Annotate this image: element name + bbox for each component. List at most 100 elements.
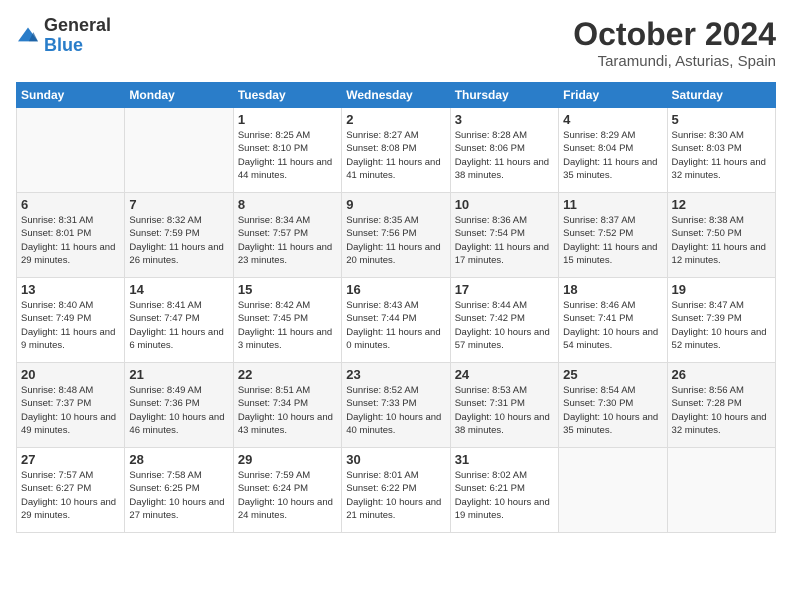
day-detail: Sunrise: 8:46 AM Sunset: 7:41 PM Dayligh… [563,299,662,352]
day-detail: Sunrise: 7:58 AM Sunset: 6:25 PM Dayligh… [129,469,228,522]
header-day-wednesday: Wednesday [342,83,450,108]
calendar-cell: 21 Sunrise: 8:49 AM Sunset: 7:36 PM Dayli… [125,363,233,448]
day-number: 25 [563,367,662,382]
day-detail: Sunrise: 8:25 AM Sunset: 8:10 PM Dayligh… [238,129,337,182]
logo-icon [16,26,40,46]
day-number: 12 [672,197,771,212]
day-number: 16 [346,282,445,297]
day-number: 28 [129,452,228,467]
day-number: 23 [346,367,445,382]
calendar-cell: 1 Sunrise: 8:25 AM Sunset: 8:10 PM Daylig… [233,108,341,193]
day-number: 17 [455,282,554,297]
logo-blue-text: Blue [44,36,111,56]
day-detail: Sunrise: 8:37 AM Sunset: 7:52 PM Dayligh… [563,214,662,267]
calendar-cell: 12 Sunrise: 8:38 AM Sunset: 7:50 PM Dayli… [667,193,775,278]
calendar-cell: 13Sunrise: 8:40 AM Sunset: 7:49 PM Dayli… [17,278,125,363]
header-day-friday: Friday [559,83,667,108]
day-detail: Sunrise: 8:38 AM Sunset: 7:50 PM Dayligh… [672,214,771,267]
calendar-cell [667,448,775,533]
calendar-cell: 17 Sunrise: 8:44 AM Sunset: 7:42 PM Dayli… [450,278,558,363]
day-detail: Sunrise: 8:49 AM Sunset: 7:36 PM Dayligh… [129,384,228,437]
day-detail: Sunrise: 7:59 AM Sunset: 6:24 PM Dayligh… [238,469,337,522]
day-detail: Sunrise: 8:53 AM Sunset: 7:31 PM Dayligh… [455,384,554,437]
calendar-cell: 28 Sunrise: 7:58 AM Sunset: 6:25 PM Dayli… [125,448,233,533]
day-number: 22 [238,367,337,382]
day-number: 14 [129,282,228,297]
day-detail: Sunrise: 8:54 AM Sunset: 7:30 PM Dayligh… [563,384,662,437]
day-number: 8 [238,197,337,212]
day-number: 21 [129,367,228,382]
calendar-cell: 15 Sunrise: 8:42 AM Sunset: 7:45 PM Dayli… [233,278,341,363]
day-number: 2 [346,112,445,127]
calendar-cell: 23 Sunrise: 8:52 AM Sunset: 7:33 PM Dayli… [342,363,450,448]
calendar-cell: 30 Sunrise: 8:01 AM Sunset: 6:22 PM Dayli… [342,448,450,533]
header-day-sunday: Sunday [17,83,125,108]
day-number: 24 [455,367,554,382]
calendar-cell: 25 Sunrise: 8:54 AM Sunset: 7:30 PM Dayli… [559,363,667,448]
calendar-cell: 22 Sunrise: 8:51 AM Sunset: 7:34 PM Dayli… [233,363,341,448]
day-detail: Sunrise: 8:43 AM Sunset: 7:44 PM Dayligh… [346,299,445,352]
day-detail: Sunrise: 8:44 AM Sunset: 7:42 PM Dayligh… [455,299,554,352]
page-header: General Blue October 2024 Taramundi, Ast… [16,16,776,70]
day-detail: Sunrise: 8:51 AM Sunset: 7:34 PM Dayligh… [238,384,337,437]
calendar-cell: 31 Sunrise: 8:02 AM Sunset: 6:21 PM Dayli… [450,448,558,533]
calendar-cell: 24 Sunrise: 8:53 AM Sunset: 7:31 PM Dayli… [450,363,558,448]
day-number: 26 [672,367,771,382]
day-number: 6 [21,197,120,212]
header-day-monday: Monday [125,83,233,108]
calendar-cell: 29Sunrise: 7:59 AM Sunset: 6:24 PM Dayli… [233,448,341,533]
logo: General Blue [16,16,111,56]
day-number: 3 [455,112,554,127]
calendar-cell: 5 Sunrise: 8:30 AM Sunset: 8:03 PM Daylig… [667,108,775,193]
calendar-week-5: 27 Sunrise: 7:57 AM Sunset: 6:27 PM Dayli… [17,448,776,533]
day-detail: Sunrise: 8:02 AM Sunset: 6:21 PM Dayligh… [455,469,554,522]
day-number: 13 [21,282,120,297]
calendar-cell: 2Sunrise: 8:27 AM Sunset: 8:08 PM Daylig… [342,108,450,193]
day-number: 15 [238,282,337,297]
calendar-cell: 9Sunrise: 8:35 AM Sunset: 7:56 PM Daylig… [342,193,450,278]
month-title: October 2024 [573,16,776,53]
calendar-week-3: 13Sunrise: 8:40 AM Sunset: 7:49 PM Dayli… [17,278,776,363]
day-detail: Sunrise: 8:34 AM Sunset: 7:57 PM Dayligh… [238,214,337,267]
calendar-cell: 18 Sunrise: 8:46 AM Sunset: 7:41 PM Dayli… [559,278,667,363]
calendar-cell: 6 Sunrise: 8:31 AM Sunset: 8:01 PM Daylig… [17,193,125,278]
day-detail: Sunrise: 8:36 AM Sunset: 7:54 PM Dayligh… [455,214,554,267]
day-detail: Sunrise: 7:57 AM Sunset: 6:27 PM Dayligh… [21,469,120,522]
logo-general-text: General [44,16,111,36]
day-detail: Sunrise: 8:47 AM Sunset: 7:39 PM Dayligh… [672,299,771,352]
day-detail: Sunrise: 8:41 AM Sunset: 7:47 PM Dayligh… [129,299,228,352]
day-number: 11 [563,197,662,212]
day-number: 10 [455,197,554,212]
day-number: 7 [129,197,228,212]
day-number: 18 [563,282,662,297]
day-detail: Sunrise: 8:01 AM Sunset: 6:22 PM Dayligh… [346,469,445,522]
header-day-tuesday: Tuesday [233,83,341,108]
calendar-cell: 27 Sunrise: 7:57 AM Sunset: 6:27 PM Dayli… [17,448,125,533]
calendar-cell [17,108,125,193]
day-detail: Sunrise: 8:29 AM Sunset: 8:04 PM Dayligh… [563,129,662,182]
calendar-body: 1 Sunrise: 8:25 AM Sunset: 8:10 PM Daylig… [17,108,776,533]
day-number: 27 [21,452,120,467]
location-subtitle: Taramundi, Asturias, Spain [573,53,776,70]
day-number: 4 [563,112,662,127]
day-detail: Sunrise: 8:31 AM Sunset: 8:01 PM Dayligh… [21,214,120,267]
calendar-cell: 10 Sunrise: 8:36 AM Sunset: 7:54 PM Dayli… [450,193,558,278]
calendar-cell: 8 Sunrise: 8:34 AM Sunset: 7:57 PM Daylig… [233,193,341,278]
calendar-cell: 7 Sunrise: 8:32 AM Sunset: 7:59 PM Daylig… [125,193,233,278]
day-detail: Sunrise: 8:52 AM Sunset: 7:33 PM Dayligh… [346,384,445,437]
calendar-table: SundayMondayTuesdayWednesdayThursdayFrid… [16,82,776,533]
day-detail: Sunrise: 8:35 AM Sunset: 7:56 PM Dayligh… [346,214,445,267]
day-detail: Sunrise: 8:48 AM Sunset: 7:37 PM Dayligh… [21,384,120,437]
day-detail: Sunrise: 8:30 AM Sunset: 8:03 PM Dayligh… [672,129,771,182]
calendar-cell: 11 Sunrise: 8:37 AM Sunset: 7:52 PM Dayli… [559,193,667,278]
header-day-thursday: Thursday [450,83,558,108]
day-number: 5 [672,112,771,127]
day-detail: Sunrise: 8:42 AM Sunset: 7:45 PM Dayligh… [238,299,337,352]
day-number: 31 [455,452,554,467]
day-number: 30 [346,452,445,467]
calendar-cell: 14 Sunrise: 8:41 AM Sunset: 7:47 PM Dayli… [125,278,233,363]
calendar-cell [559,448,667,533]
day-number: 1 [238,112,337,127]
day-detail: Sunrise: 8:32 AM Sunset: 7:59 PM Dayligh… [129,214,228,267]
calendar-header-row: SundayMondayTuesdayWednesdayThursdayFrid… [17,83,776,108]
